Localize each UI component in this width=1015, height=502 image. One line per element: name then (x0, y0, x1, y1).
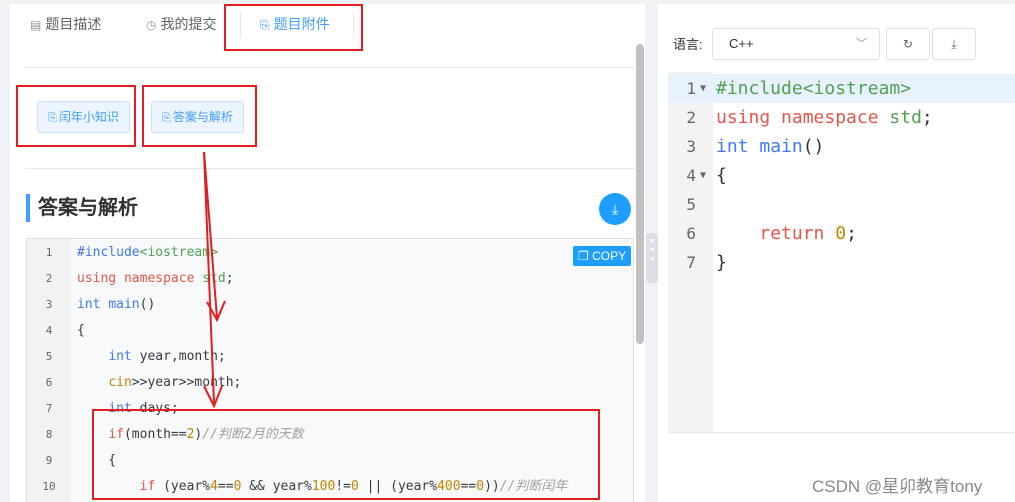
line-number: 7 (686, 253, 696, 272)
watermark: CSDN @星卯教育tony (812, 477, 983, 496)
download-icon: ⤓ (951, 37, 957, 51)
editor-line: 3 int main() (668, 132, 1015, 161)
code-line: 5 int year,month; (27, 344, 633, 370)
section-title: 答案与解析 (26, 194, 138, 222)
editor-text: using namespace std; (716, 107, 933, 128)
attachment-answer-label: 答案与解析 (172, 110, 233, 124)
line-number: 2 (45, 272, 53, 285)
clock-icon: ◷ (146, 18, 157, 32)
reset-code-button[interactable]: ↻ (886, 28, 930, 60)
page-root: ▤ 题目描述 ◷ 我的提交 ⎘ 题目附件 ⎘ 闰年小知识 ⎘ 答案与解析 答案与解析 ⤓ … (0, 0, 1015, 502)
code-editor[interactable]: 1 ▼ #include<iostream> 2 using namespace st… (668, 72, 1015, 432)
editor-text: { (716, 165, 727, 186)
copy-button[interactable]: ❐ COPY (573, 246, 632, 266)
tab-my-submissions-label: 我的提交 (160, 16, 217, 32)
tab-my-submissions[interactable]: ◷ 我的提交 (146, 4, 216, 44)
tab-description[interactable]: ▤ 题目描述 (30, 4, 101, 44)
code-text: int main() (77, 297, 156, 312)
code-line: 2 using namespace std; (27, 266, 633, 292)
fold-arrow-icon[interactable]: ▼ (700, 74, 706, 103)
code-line: 9 { (27, 448, 633, 474)
download-button[interactable]: ⤓ (599, 193, 631, 225)
editor-text: } (716, 252, 727, 273)
line-number: 1 (45, 246, 53, 259)
divider (25, 168, 635, 169)
tab-attachments[interactable]: ⎘ 题目附件 (260, 4, 330, 44)
tab-separator (353, 12, 354, 38)
file-code-icon: ⎘ (162, 112, 171, 124)
line-number: 8 (45, 428, 53, 441)
editor-line: 1 ▼ #include<iostream> (668, 74, 1015, 103)
editor-line: 2 using namespace std; (668, 103, 1015, 132)
code-line: 6 cin>>year>>month; (27, 370, 633, 396)
language-select[interactable]: C++ ﹀ (712, 28, 880, 60)
download-icon: ⤓ (611, 201, 619, 217)
file-code-icon: ⎘ (260, 18, 270, 32)
language-value: C++ (729, 36, 754, 51)
line-number: 9 (45, 454, 53, 467)
chevron-down-icon: ﹀ (856, 38, 867, 50)
editor-text: int main() (716, 136, 825, 157)
editor-line: 7} (668, 248, 1015, 277)
code-line: 3 int main() (27, 292, 633, 318)
line-number: 4 (45, 324, 53, 337)
line-number: 4 (686, 166, 696, 185)
editor-line: 4 ▼ { (668, 161, 1015, 190)
description-icon: ▤ (30, 18, 42, 32)
tab-description-label: 题目描述 (45, 16, 102, 32)
editor-text: return 0; (759, 223, 857, 244)
file-code-icon: ⎘ (48, 112, 57, 124)
language-label: 语言: (673, 37, 703, 52)
problem-panel: ▤ 题目描述 ◷ 我的提交 ⎘ 题目附件 ⎘ 闰年小知识 ⎘ 答案与解析 答案与解析 ⤓ … (10, 4, 645, 502)
editor-text: #include<iostream> (716, 78, 912, 99)
line-number: 6 (45, 376, 53, 389)
line-number: 3 (45, 298, 53, 311)
code-line: 10 if (year%4==0 && year%100!=0 || (year… (27, 474, 633, 500)
code-text: { (77, 453, 117, 468)
divider (25, 67, 635, 68)
code-line: 7 int days; (27, 396, 633, 422)
refresh-icon: ↻ (902, 37, 914, 51)
fold-arrow-icon[interactable]: ▼ (700, 161, 706, 190)
line-number: 10 (42, 480, 56, 493)
attachment-leap-year-button[interactable]: ⎘ 闰年小知识 (37, 101, 130, 133)
problem-tabs: ▤ 题目描述 ◷ 我的提交 ⎘ 题目附件 (10, 4, 645, 44)
line-number: 6 (686, 224, 696, 243)
code-line: 4{ (27, 318, 633, 344)
line-number: 1 (686, 79, 696, 98)
copy-icon: ❐ (578, 249, 589, 263)
code-text: #include<iostream> (77, 245, 218, 260)
line-number: 2 (686, 108, 696, 127)
editor-line: 6 return 0; (668, 219, 1015, 248)
download-code-button[interactable]: ⤓ (932, 28, 976, 60)
line-number: 5 (686, 195, 696, 214)
line-number: 7 (45, 402, 53, 415)
code-text: int days; (108, 401, 179, 416)
scrollbar[interactable] (636, 44, 644, 344)
code-text: int year,month; (108, 349, 226, 364)
code-text: cin>>year>>month; (108, 375, 242, 390)
attachment-leap-year-label: 闰年小知识 (58, 110, 119, 124)
panel-resize-handle[interactable] (646, 233, 658, 283)
tab-separator (240, 12, 241, 38)
copy-label: COPY (592, 249, 627, 263)
answer-code-block: 1 #include<iostream> 2 using namespace std… (26, 238, 634, 502)
code-text: using namespace std; (77, 271, 234, 286)
code-line: 8 if(month==2)//判断2月的天数 (27, 422, 633, 448)
code-text: if(month==2)//判断2月的天数 (108, 427, 304, 442)
line-number: 3 (686, 137, 696, 156)
line-number: 5 (45, 350, 53, 363)
tab-attachments-label: 题目附件 (273, 16, 330, 32)
code-text: { (77, 323, 85, 338)
code-line: 1 #include<iostream> (27, 240, 633, 266)
editor-line: 5 (668, 190, 1015, 219)
attachment-answer-button[interactable]: ⎘ 答案与解析 (151, 101, 244, 133)
code-text: if (year%4==0 && year%100!=0 || (year%40… (139, 479, 568, 494)
